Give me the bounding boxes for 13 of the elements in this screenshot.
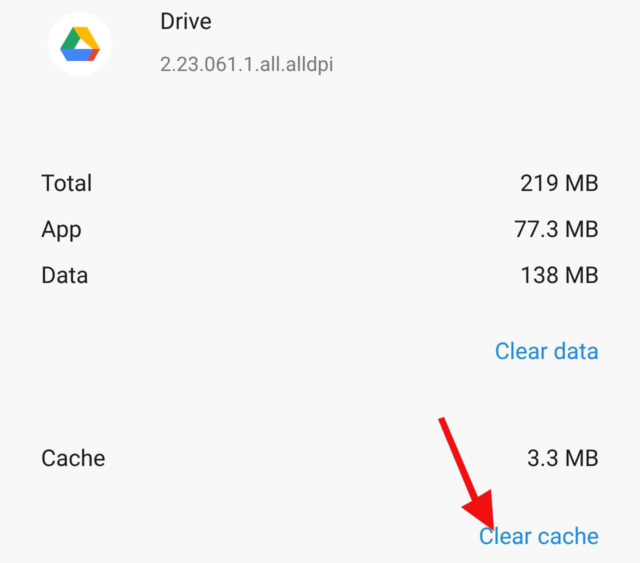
storage-value: 219 MB xyxy=(520,168,599,199)
storage-value: 138 MB xyxy=(520,260,599,291)
storage-value: 77.3 MB xyxy=(514,214,599,245)
storage-label: Total xyxy=(41,168,92,199)
clear-cache-button[interactable]: Clear cache xyxy=(478,520,599,554)
storage-label: Cache xyxy=(41,444,106,474)
storage-value: 3.3 MB xyxy=(526,444,599,474)
clear-data-button[interactable]: Clear data xyxy=(494,334,599,370)
app-name: Drive xyxy=(160,10,213,34)
storage-label: App xyxy=(41,214,82,245)
storage-label: Data xyxy=(41,260,89,291)
app-version: 2.23.061.1.all.alldpi xyxy=(160,52,334,76)
triangle-logo-icon xyxy=(60,27,100,61)
